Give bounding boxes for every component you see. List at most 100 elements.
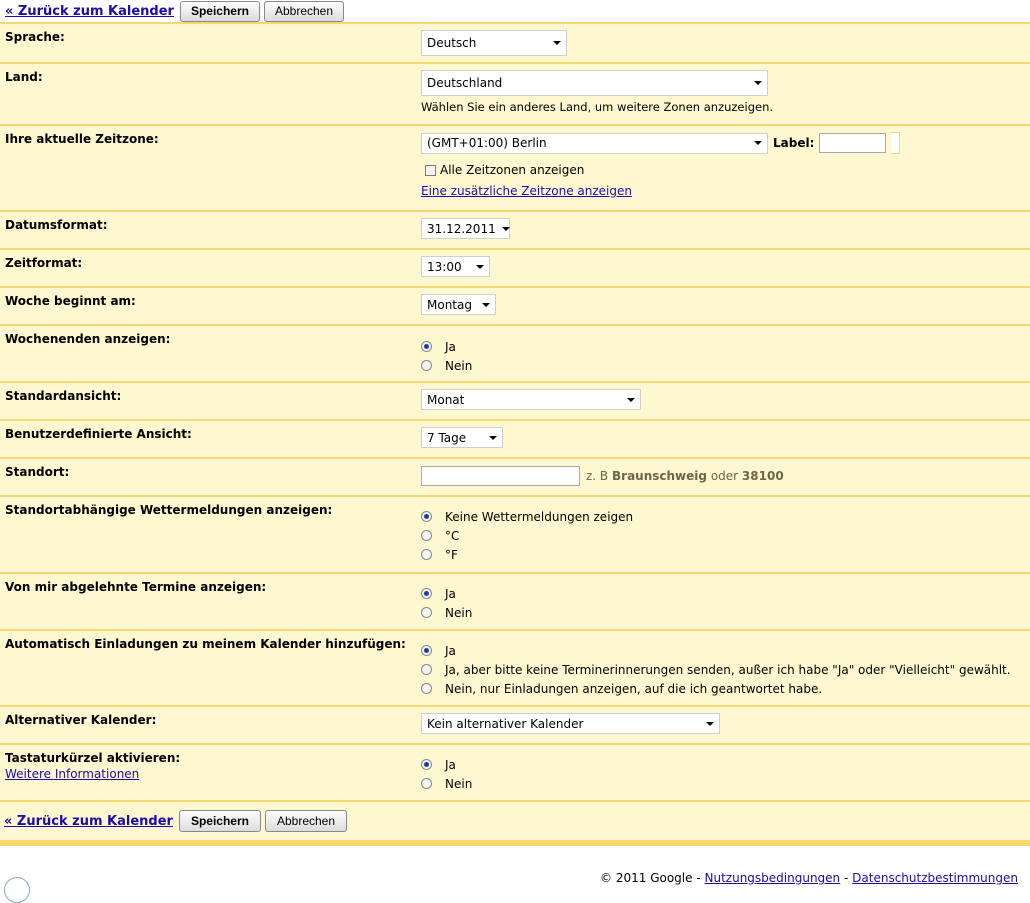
privacy-link[interactable]: Datenschutzbestimmungen: [852, 871, 1018, 885]
weekends-option-no[interactable]: Nein: [421, 356, 1030, 375]
row-week-start: Woche beginnt am: Montag: [0, 288, 1030, 326]
row-time-format: Zeitformat: 13:00: [0, 250, 1030, 288]
default-view-select[interactable]: Monat: [421, 389, 641, 410]
weekends-option-no-label: Nein: [445, 358, 473, 373]
row-date-format: Datumsformat: 31.12.2011: [0, 212, 1030, 250]
additional-timezone-link[interactable]: Eine zusätzliche Zeitzone anzeigen: [421, 184, 632, 198]
row-default-view: Standardansicht: Monat: [0, 383, 1030, 421]
week-start-label: Woche beginnt am:: [5, 294, 136, 308]
chevron-down-icon: [476, 264, 484, 269]
radio-icon[interactable]: [421, 664, 432, 675]
top-action-bar: « Zurück zum Kalender Speichern Abbreche…: [0, 0, 1030, 22]
weather-options: Keine Wettermeldungen zeigen °C °F: [415, 503, 1030, 564]
time-format-label: Zeitformat:: [5, 256, 83, 270]
date-format-label: Datumsformat:: [5, 218, 108, 232]
invitations-option-yes[interactable]: Ja: [421, 641, 1030, 660]
shortcuts-option-no[interactable]: Nein: [421, 774, 1030, 793]
declined-label: Von mir abgelehnte Termine anzeigen:: [5, 580, 267, 594]
default-view-label: Standardansicht:: [5, 389, 122, 403]
row-alt-calendar: Alternativer Kalender: Kein alternativer…: [0, 707, 1030, 745]
weather-option-fahrenheit-label: °F: [445, 547, 458, 562]
save-button-bottom[interactable]: Speichern: [178, 810, 261, 832]
timezone-label-field-label: Label:: [773, 136, 815, 150]
shortcuts-option-yes[interactable]: Ja: [421, 755, 1030, 774]
back-to-calendar-link[interactable]: « Zurück zum Kalender: [5, 4, 174, 19]
shortcuts-label: Tastaturkürzel aktivieren:: [5, 751, 181, 765]
weekends-option-yes[interactable]: Ja: [421, 337, 1030, 356]
row-location: Standort: z. B Braunschweig oder 38100: [0, 459, 1030, 497]
radio-icon[interactable]: [421, 549, 432, 560]
row-shortcuts: Tastaturkürzel aktivieren: Weitere Infor…: [0, 745, 1030, 802]
language-label: Sprache:: [5, 30, 65, 44]
timezone-value: (GMT+01:00) Berlin: [427, 136, 547, 150]
radio-selected-icon[interactable]: [421, 511, 432, 522]
show-all-timezones-checkbox[interactable]: [425, 164, 436, 176]
declined-option-yes[interactable]: Ja: [421, 584, 1030, 603]
week-start-value: Montag: [427, 297, 472, 312]
week-start-select[interactable]: Montag: [421, 294, 496, 315]
alt-calendar-value: Kein alternativer Kalender: [427, 716, 584, 731]
invitations-option-yes-label: Ja: [445, 643, 456, 658]
radio-selected-icon[interactable]: [421, 341, 432, 352]
cancel-button[interactable]: Abbrechen: [263, 0, 345, 22]
timezone-label-input[interactable]: [819, 133, 887, 153]
radio-icon[interactable]: [421, 360, 432, 371]
show-all-timezones-label: Alle Zeitzonen anzeigen: [440, 163, 585, 177]
date-format-select[interactable]: 31.12.2011: [421, 218, 510, 239]
custom-view-select[interactable]: 7 Tage: [421, 427, 503, 448]
radio-icon[interactable]: [421, 778, 432, 789]
weekends-options: Ja Nein: [415, 332, 1030, 373]
weekends-label: Wochenenden anzeigen:: [5, 332, 171, 346]
weather-label: Standortabhängige Wettermeldungen anzeig…: [5, 503, 333, 517]
radio-icon[interactable]: [421, 607, 432, 618]
weather-option-celsius[interactable]: °C: [421, 526, 1030, 545]
terms-link[interactable]: Nutzungsbedingungen: [705, 871, 841, 885]
date-format-value: 31.12.2011: [427, 221, 496, 236]
radio-selected-icon[interactable]: [421, 759, 432, 770]
language-select[interactable]: Deutsch: [421, 30, 567, 56]
more-info-link[interactable]: Weitere Informationen: [5, 767, 139, 781]
chevron-down-icon: [754, 81, 762, 85]
weather-option-none[interactable]: Keine Wettermeldungen zeigen: [421, 507, 1030, 526]
country-hint: Wählen Sie ein anderes Land, um weitere …: [421, 100, 774, 114]
location-label: Standort:: [5, 465, 70, 479]
location-example-prefix: z. B: [586, 469, 609, 483]
weather-option-celsius-label: °C: [445, 528, 460, 543]
footer-copyright: © 2011 Google -: [600, 871, 701, 885]
custom-view-value: 7 Tage: [427, 430, 467, 445]
radio-icon[interactable]: [421, 530, 432, 541]
weather-option-fahrenheit[interactable]: °F: [421, 545, 1030, 564]
weekends-option-yes-label: Ja: [445, 339, 456, 354]
location-input[interactable]: [421, 466, 580, 486]
declined-option-no[interactable]: Nein: [421, 603, 1030, 622]
radio-icon[interactable]: [421, 683, 432, 694]
country-select[interactable]: Deutschland: [421, 70, 768, 96]
shortcuts-options: Ja Nein: [415, 751, 1030, 792]
back-to-calendar-link-bottom[interactable]: « Zurück zum Kalender: [4, 814, 173, 829]
row-custom-view: Benutzerdefinierte Ansicht: 7 Tage: [0, 421, 1030, 459]
timezone-label: Ihre aktuelle Zeitzone:: [5, 132, 159, 146]
row-weekends: Wochenenden anzeigen: Ja Nein: [0, 326, 1030, 383]
radio-selected-icon[interactable]: [421, 645, 432, 656]
location-example: z. B Braunschweig oder 38100: [586, 469, 784, 483]
alt-calendar-select[interactable]: Kein alternativer Kalender: [421, 713, 720, 734]
time-format-select[interactable]: 13:00: [421, 256, 490, 277]
cancel-button-bottom[interactable]: Abbrechen: [264, 810, 348, 832]
invitations-option-no[interactable]: Nein, nur Einladungen anzeigen, auf die …: [421, 679, 1030, 698]
custom-view-label: Benutzerdefinierte Ansicht:: [5, 427, 192, 441]
save-button[interactable]: Speichern: [179, 0, 260, 22]
invitations-label: Automatisch Einladungen zu meinem Kalend…: [5, 637, 406, 651]
invitations-option-yes-no-reminders[interactable]: Ja, aber bitte keine Terminerinnerungen …: [421, 660, 1030, 679]
globe-icon: [4, 877, 30, 903]
invitations-option-no-label: Nein, nur Einladungen anzeigen, auf die …: [445, 681, 823, 696]
shortcuts-option-yes-label: Ja: [445, 757, 456, 772]
country-label: Land:: [5, 70, 43, 84]
row-timezone: Ihre aktuelle Zeitzone: (GMT+01:00) Berl…: [0, 126, 1030, 212]
default-view-value: Monat: [427, 392, 465, 407]
radio-selected-icon[interactable]: [421, 588, 432, 599]
footer: © 2011 Google - Nutzungsbedingungen - Da…: [600, 871, 1018, 885]
settings-table: Sprache: Deutsch Land: Deutschland Wähle…: [0, 22, 1030, 846]
row-invitations: Automatisch Einladungen zu meinem Kalend…: [0, 631, 1030, 707]
timezone-select[interactable]: (GMT+01:00) Berlin: [421, 132, 768, 154]
shortcuts-label-cell: Tastaturkürzel aktivieren: Weitere Infor…: [0, 751, 415, 792]
